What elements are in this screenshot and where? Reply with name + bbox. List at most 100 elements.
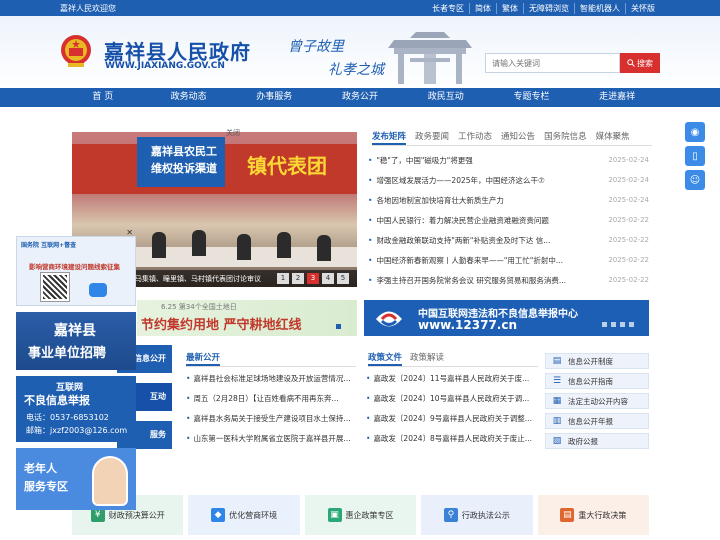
link-label: 信息公开制度 — [568, 356, 613, 366]
list-item[interactable]: 周五（2月28日）【让百姓看病不用再东奔... — [186, 388, 354, 408]
report-line2: 不良信息举报 — [24, 394, 90, 407]
news-date: 2025-02-22 — [608, 236, 649, 244]
report-icon: ▥ — [552, 416, 562, 426]
tab-release-matrix[interactable]: 发布矩阵 — [372, 130, 407, 145]
slider-page-2[interactable]: 2 — [292, 273, 304, 284]
report-banner-square — [611, 322, 616, 327]
tab-notices[interactable]: 通知公告 — [501, 130, 535, 145]
top-link-accessibility[interactable]: 无障碍浏览 — [523, 3, 574, 14]
nav-topics[interactable]: 专题专栏 — [489, 88, 575, 107]
search-input[interactable] — [485, 53, 620, 73]
list-item[interactable]: 嘉祥县社会标准足球场地建设及开放运营情况... — [186, 368, 354, 388]
tile-major-decisions[interactable]: ▤ 重大行政决策 — [537, 495, 650, 535]
close-button[interactable]: 关闭 — [226, 128, 240, 138]
news-tabs: 发布矩阵 政务要闻 工作动态 通知公告 国务院信息 媒体聚焦 — [372, 130, 652, 146]
list-item[interactable]: 嘉政发〔2024〕8号嘉祥县人民政府关于废止... — [366, 428, 534, 448]
tab-policy-docs[interactable]: 政策文件 — [368, 351, 403, 366]
slider-page-5[interactable]: 5 — [337, 273, 349, 284]
latest-list: 嘉祥县社会标准足球场地建设及开放运营情况... 周五（2月28日）【让百姓看病不… — [186, 368, 354, 448]
decision-icon: ▤ — [560, 508, 575, 522]
list-item[interactable]: 嘉政发〔2024〕11号嘉祥县人民政府关于废... — [366, 368, 534, 388]
top-link-traditional[interactable]: 繁体 — [496, 3, 523, 14]
slider-page-1[interactable]: 1 — [277, 273, 289, 284]
file-icon: ▦ — [552, 396, 562, 406]
nav-open-gov[interactable]: 政务公开 — [317, 88, 403, 107]
nav-about[interactable]: 走进嘉祥 — [574, 88, 660, 107]
top-link-robot[interactable]: 智能机器人 — [574, 3, 625, 14]
land-day-banner[interactable]: 6.25 第34个全国土地日 节约集约用地 严守耕地红线 — [137, 300, 357, 336]
elder-line1: 老年人 — [24, 462, 57, 475]
slider-person — [192, 230, 206, 256]
float-elder-panel[interactable]: 老年人 服务专区 — [16, 448, 136, 510]
nav-interaction[interactable]: 政民互动 — [403, 88, 489, 107]
link-disclosure-guide[interactable]: ☰ 信息公开指南 — [545, 373, 649, 389]
news-title: 中国人民银行：着力解决民营企业融资难融资贵问题 — [376, 215, 549, 225]
close-icon[interactable]: ✕ — [126, 228, 133, 237]
list-item[interactable]: 中国经济新春新观察丨人勤春来早——"用工忙"折射中... 2025-02-22 — [364, 250, 649, 270]
list-item[interactable]: 嘉祥县水务局关于接受生产建设项目水土保持... — [186, 408, 354, 428]
nav-services[interactable]: 办事服务 — [231, 88, 317, 107]
search-button[interactable]: 搜索 — [620, 53, 660, 73]
illegal-info-report-banner[interactable]: 中国互联网违法和不良信息举报中心 www.12377.cn — [364, 300, 649, 336]
nav-home[interactable]: 首 页 — [60, 88, 146, 107]
robot-icon[interactable]: ☺ — [685, 170, 705, 190]
top-link-simplified[interactable]: 简体 — [469, 3, 496, 14]
mobile-icon[interactable]: ▯ — [685, 146, 705, 166]
tab-policy-interpretation[interactable]: 政策解读 — [410, 351, 444, 366]
tile-business-env[interactable]: ◆ 优化营商环境 — [188, 495, 300, 535]
list-item[interactable]: 增强区域发展活力——2025年，中国经济这么干⑦ 2025-02-24 — [364, 170, 649, 190]
business-icon: ◆ — [211, 508, 226, 522]
nav-news[interactable]: 政务动态 — [146, 88, 232, 107]
link-gazette[interactable]: ▧ 政府公报 — [545, 433, 649, 449]
policy-tabs: 政策文件 政策解读 — [368, 351, 538, 367]
tab-latest[interactable]: 最新公开 — [186, 351, 221, 366]
tile-label: 重大行政决策 — [578, 510, 627, 520]
national-emblem-icon — [61, 35, 91, 67]
wechat-icon[interactable]: ◉ — [685, 122, 705, 142]
list-item[interactable]: 山东第一医科大学附属省立医院于嘉祥县开展... — [186, 428, 354, 448]
tile-law-enforcement[interactable]: ⚲ 行政执法公示 — [421, 495, 533, 535]
qr-panel-title: 影响营商环境建设问题线索征集 — [29, 263, 120, 271]
news-list: "稳"了，中国"磁吸力"将更强 2025-02-24 增强区域发展活力——2025… — [364, 150, 649, 290]
news-title: "稳"了，中国"磁吸力"将更强 — [376, 155, 473, 165]
list-item[interactable]: 财政金融政策联动支持"两新"补贴资金及时下达 信... 2025-02-22 — [364, 230, 649, 250]
report-email: 邮箱：jxzf2003@126.com — [26, 426, 128, 435]
tab-gov-news[interactable]: 政务要闻 — [415, 130, 449, 145]
top-link-elder[interactable]: 长者专区 — [427, 3, 469, 14]
link-label: 政府公报 — [568, 436, 598, 446]
news-date: 2025-02-22 — [608, 256, 649, 264]
tab-state-council[interactable]: 国务院信息 — [544, 130, 587, 145]
slider-caption[interactable]: 马集镇、疃里镇、马村镇代表团讨论审议 — [135, 274, 261, 284]
link-statutory-content[interactable]: ▦ 法定主动公开内容 — [545, 393, 649, 409]
list-item[interactable]: "稳"了，中国"磁吸力"将更强 2025-02-24 — [364, 150, 649, 170]
tile-label: 惠企政策专区 — [345, 510, 394, 520]
complaint-channel-banner[interactable]: 嘉祥县农民工 维权投诉渠道 — [137, 137, 225, 187]
news-date: 2025-02-22 — [608, 216, 649, 224]
list-item[interactable]: 各地因地制宜加快培育壮大新质生产力 2025-02-24 — [364, 190, 649, 210]
complaint-line2: 维权投诉渠道 — [151, 162, 217, 175]
float-recruit-panel[interactable]: 嘉祥县 事业单位招聘 — [16, 312, 136, 370]
list-item[interactable]: 中国人民银行：着力解决民营企业融资难融资贵问题 2025-02-22 — [364, 210, 649, 230]
budget-icon: ¥ — [90, 508, 105, 522]
land-banner-dot — [336, 324, 341, 329]
link-annual-report[interactable]: ▥ 信息公开年报 — [545, 413, 649, 429]
news-title: 中国经济新春新观察丨人勤春来早——"用工忙"折射中... — [376, 255, 563, 265]
slider-person — [237, 234, 251, 260]
list-item[interactable]: 李强主持召开国务院常务会议 研究服务贸易和服务消费... 2025-02-22 — [364, 270, 649, 290]
news-title: 财政金融政策联动支持"两新"补贴资金及时下达 信... — [376, 235, 551, 245]
float-qr-panel[interactable]: 国务院 互联网+督查 影响营商环境建设问题线索征集 ✕ — [16, 228, 136, 306]
float-report-panel[interactable]: 互联网 不良信息举报 电话：0537-6853102 邮箱：jxzf2003@1… — [16, 376, 136, 442]
slider-page-4[interactable]: 4 — [322, 273, 334, 284]
list-item[interactable]: 嘉政发〔2024〕9号嘉祥县人民政府关于调整... — [366, 408, 534, 428]
top-bar: 嘉祥人民欢迎您 长者专区 简体 繁体 无障碍浏览 智能机器人 关怀版 — [0, 0, 720, 16]
link-disclosure-system[interactable]: ▤ 信息公开制度 — [545, 353, 649, 369]
latest-tabs: 最新公开 — [186, 351, 356, 367]
list-item[interactable]: 嘉政发〔2024〕10号嘉祥县人民政府关于调... — [366, 388, 534, 408]
news-title: 增强区域发展活力——2025年，中国经济这么干⑦ — [376, 175, 545, 185]
slogan-line2: 礼孝之城 — [328, 62, 384, 78]
tab-work-updates[interactable]: 工作动态 — [458, 130, 492, 145]
tab-media[interactable]: 媒体聚焦 — [596, 130, 630, 145]
top-link-care[interactable]: 关怀版 — [625, 3, 660, 14]
tile-enterprise-policy[interactable]: ▣ 惠企政策专区 — [304, 495, 417, 535]
slider-page-3[interactable]: 3 — [307, 273, 319, 284]
